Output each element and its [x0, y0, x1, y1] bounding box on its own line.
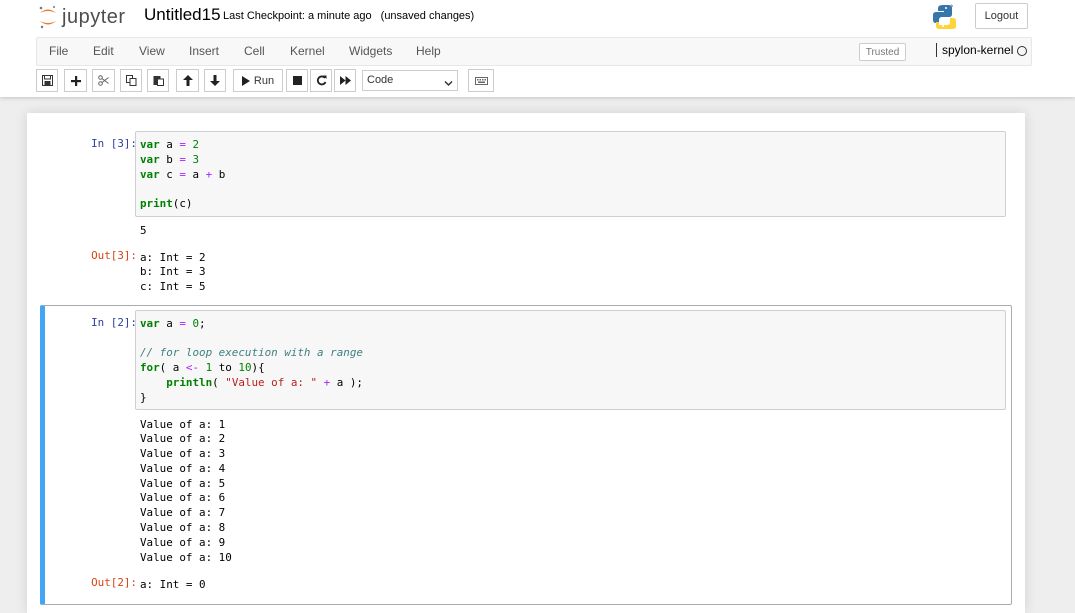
kernel-name[interactable]: spylon-kernel	[936, 43, 1013, 57]
toolbar: Run Code	[36, 69, 636, 93]
checkpoint-status: Last Checkpoint: a minute ago (unsaved c…	[223, 10, 474, 22]
result-line: a: Int = 2	[140, 251, 206, 264]
code-line: var a = 0;	[140, 317, 206, 330]
autosave-status: (unsaved changes)	[380, 10, 475, 22]
input-prompt: In [2]:	[91, 316, 137, 329]
interrupt-button[interactable]	[286, 69, 308, 92]
output-prompt: Out[2]:	[91, 576, 137, 589]
move-down-button[interactable]	[204, 69, 226, 92]
arrow-down-icon	[210, 75, 220, 86]
stdout-line: Value of a: 8	[140, 521, 226, 534]
logout-button[interactable]: Logout	[975, 3, 1028, 29]
stdout-line: Value of a: 6	[140, 491, 226, 504]
cut-button[interactable]	[92, 69, 115, 92]
stdout-line: 5	[140, 224, 147, 237]
code-input[interactable]: var a = 2 var b = 3 var c = a + b print(…	[135, 131, 1006, 217]
menu-file[interactable]: File	[49, 44, 68, 58]
plus-icon	[70, 75, 81, 86]
run-button[interactable]: Run	[233, 69, 283, 92]
kernel-idle-icon	[1017, 46, 1027, 56]
stdout-line: Value of a: 5	[140, 477, 226, 490]
code-comment-line: // for loop execution with a range	[140, 346, 363, 359]
trusted-indicator[interactable]: Trusted	[859, 43, 906, 61]
menu-help[interactable]: Help	[416, 44, 441, 58]
result-line: b: Int = 3	[140, 265, 206, 278]
paste-button[interactable]	[147, 69, 169, 92]
restart-button[interactable]	[310, 69, 332, 92]
stdout-line: Value of a: 7	[140, 506, 226, 519]
run-label: Run	[253, 74, 275, 87]
stdout-line: Value of a: 3	[140, 447, 226, 460]
scissors-icon	[98, 75, 109, 86]
jupyter-logo[interactable]: jupyter	[38, 3, 126, 31]
cell-type-value: Code	[367, 74, 394, 86]
code-input[interactable]: var a = 0; // for loop execution with a …	[135, 310, 1006, 410]
paste-icon	[153, 75, 164, 86]
cell-type-select[interactable]: Code	[362, 70, 458, 91]
menu-cell[interactable]: Cell	[244, 44, 265, 58]
code-line: for( a <- 1 to 10){	[140, 361, 265, 374]
copy-icon	[125, 75, 137, 86]
input-prompt: In [3]:	[91, 137, 137, 150]
code-line: print(c)	[140, 197, 193, 210]
result-line: c: Int = 5	[140, 280, 206, 293]
jupyter-logo-icon	[38, 4, 58, 30]
stdout-line: Value of a: 4	[140, 462, 226, 475]
stdout-line: Value of a: 2	[140, 432, 226, 445]
checkpoint-text: Last Checkpoint: a minute ago	[223, 10, 372, 22]
arrow-up-icon	[182, 75, 193, 86]
restart-icon	[316, 75, 327, 86]
code-line: var a = 2	[140, 138, 200, 151]
menu-insert[interactable]: Insert	[189, 44, 219, 58]
code-line: }	[140, 391, 147, 404]
output-prompt: Out[3]:	[91, 249, 137, 262]
keyboard-icon	[474, 76, 488, 85]
notebook-header: jupyter Untitled15 Last Checkpoint: a mi…	[0, 0, 1075, 97]
save-button[interactable]	[36, 69, 58, 92]
play-icon	[241, 75, 250, 86]
notebook-name[interactable]: Untitled15	[144, 5, 221, 25]
menu-widgets[interactable]: Widgets	[349, 44, 392, 58]
stdout-line: Value of a: 9	[140, 536, 226, 549]
restart-run-all-button[interactable]	[334, 69, 356, 92]
copy-button[interactable]	[120, 69, 142, 92]
code-line: println( "Value of a: " + a );	[166, 376, 363, 389]
code-line: var b = 3	[140, 153, 200, 166]
notebook-container: In [3]: var a = 2 var b = 3 var c = a + …	[27, 113, 1025, 613]
code-line: var c = a + b	[140, 168, 226, 181]
save-icon	[41, 75, 53, 86]
insert-cell-button[interactable]	[64, 69, 87, 92]
menu-edit[interactable]: Edit	[93, 44, 114, 58]
result-line: a: Int = 0	[140, 578, 206, 591]
menu-view[interactable]: View	[139, 44, 165, 58]
menu-kernel[interactable]: Kernel	[290, 44, 325, 58]
command-palette-button[interactable]	[468, 69, 494, 92]
stdout-line: Value of a: 10	[140, 551, 232, 564]
stop-icon	[292, 76, 302, 85]
fast-forward-icon	[339, 76, 351, 85]
chevron-down-icon	[444, 76, 453, 95]
jupyter-logo-text: jupyter	[62, 5, 126, 28]
stdout-line: Value of a: 1	[140, 418, 226, 431]
menubar: File Edit View Insert Cell Kernel Widget…	[36, 37, 1032, 66]
kernel-logo-icon	[929, 2, 959, 32]
move-up-button[interactable]	[176, 69, 199, 92]
